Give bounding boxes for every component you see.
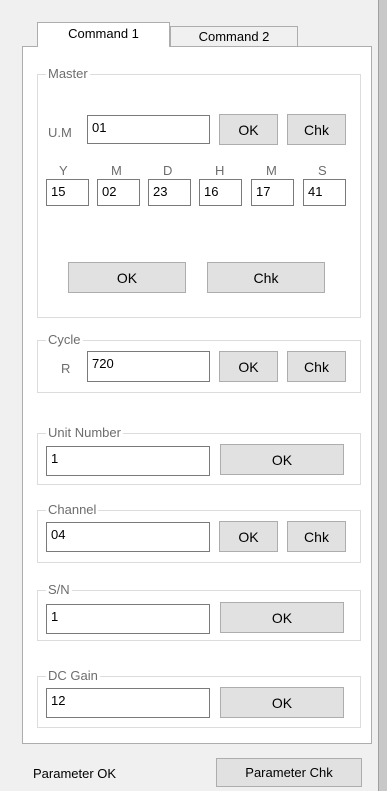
um-input[interactable]: 01 [87,115,210,144]
cycle-chk-button[interactable]: Chk [287,351,346,382]
date-ok-button[interactable]: OK [68,262,186,293]
channel-chk-button[interactable]: Chk [287,521,346,552]
second-label: S [318,163,327,178]
minute-input[interactable]: 17 [251,179,294,206]
dc-gain-input[interactable]: 12 [46,688,210,718]
hour-input[interactable]: 16 [199,179,242,206]
unit-number-legend: Unit Number [46,425,123,440]
month-label: M [111,163,122,178]
window-border [378,0,387,791]
master-legend: Master [46,66,90,81]
unit-number-input[interactable]: 1 [46,446,210,476]
cycle-r-label: R [61,361,71,376]
month-input[interactable]: 02 [97,179,140,206]
day-input[interactable]: 23 [148,179,191,206]
sn-ok-button[interactable]: OK [220,602,344,633]
unit-number-ok-button[interactable]: OK [220,444,344,475]
tab-command-1[interactable]: Command 1 [37,22,170,47]
um-chk-button[interactable]: Chk [287,114,346,145]
cycle-ok-button[interactable]: OK [219,351,278,382]
tab-command-2[interactable]: Command 2 [170,26,298,46]
cycle-legend: Cycle [46,332,83,347]
um-ok-button[interactable]: OK [219,114,278,145]
date-chk-button[interactable]: Chk [207,262,325,293]
year-label: Y [59,163,68,178]
second-input[interactable]: 41 [303,179,346,206]
day-label: D [163,163,173,178]
parameter-status-text: Parameter OK [33,766,117,781]
um-label: U.M [48,125,72,140]
channel-legend: Channel [46,502,99,517]
minute-label: M [266,163,277,178]
channel-input[interactable]: 04 [46,522,210,552]
year-input[interactable]: 15 [46,179,89,206]
sn-legend: S/N [46,582,72,597]
dc-gain-legend: DC Gain [46,668,100,683]
dc-gain-ok-button[interactable]: OK [220,687,344,718]
hour-label: H [215,163,225,178]
sn-input[interactable]: 1 [46,604,210,634]
parameter-chk-button[interactable]: Parameter Chk [216,758,362,787]
cycle-input[interactable]: 720 [87,351,210,382]
channel-ok-button[interactable]: OK [219,521,278,552]
